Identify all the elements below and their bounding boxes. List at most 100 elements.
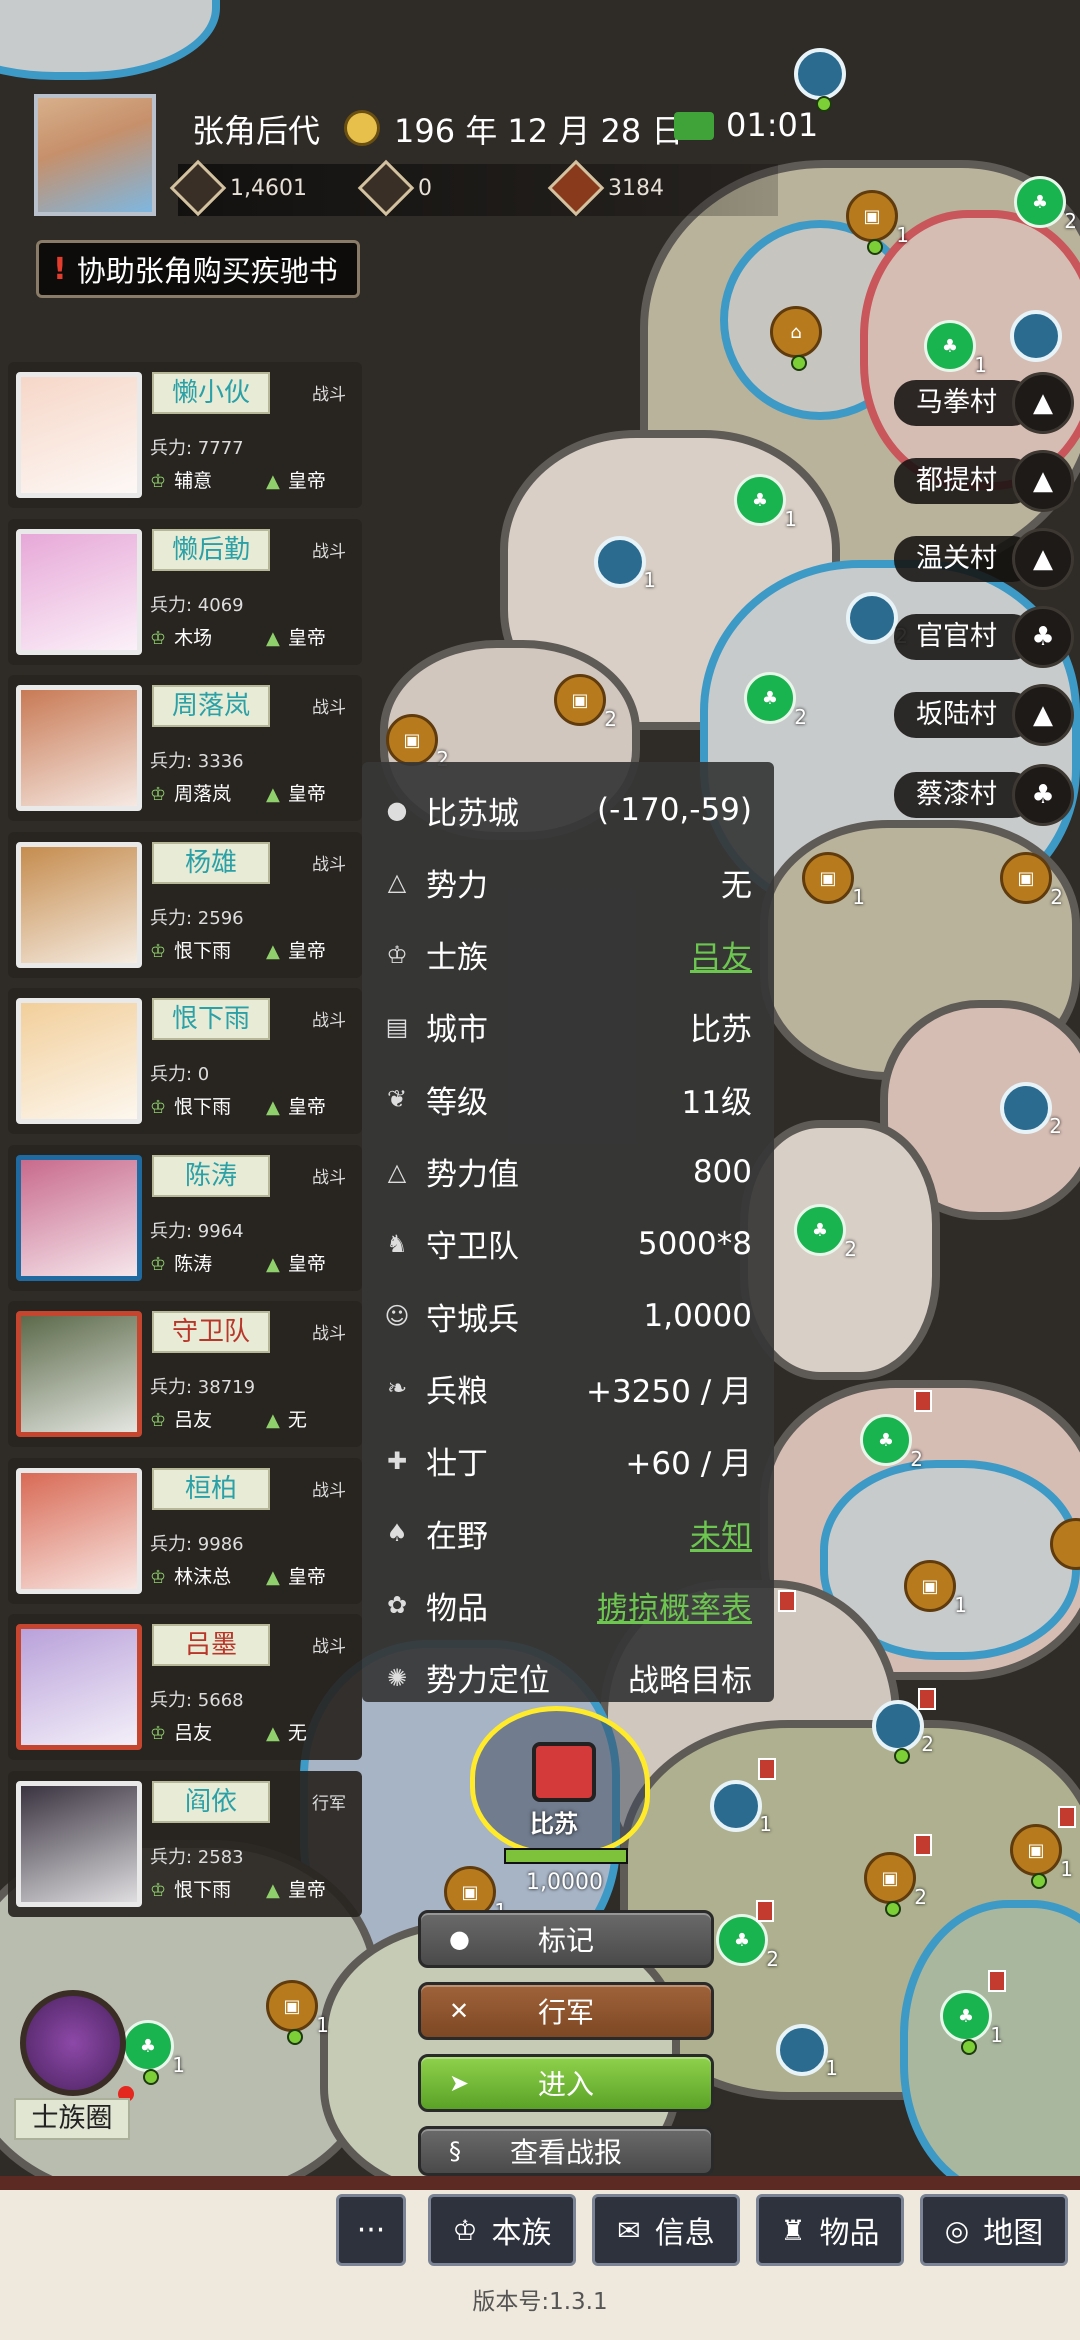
hero-clan: ♔ 吕友: [150, 1405, 212, 1432]
view-report-button[interactable]: § 查看战报: [418, 2126, 714, 2176]
resource-food[interactable]: 0: [357, 159, 432, 217]
map-lake-icon[interactable]: 2: [872, 1700, 934, 1764]
village-marker[interactable]: 马拳村 ▲: [894, 372, 1074, 434]
hero-status: 战斗: [312, 854, 346, 875]
mark-button[interactable]: ● 标记: [418, 1910, 714, 1968]
hero-portrait[interactable]: [16, 1311, 142, 1437]
map-forest-icon[interactable]: ♣ 1: [940, 1990, 1003, 2055]
clan-icon: ♔: [150, 1253, 167, 1275]
hero-portrait[interactable]: [16, 528, 142, 655]
map-lake-icon[interactable]: [794, 48, 846, 112]
nav-map-button[interactable]: ◎ 地图: [920, 2194, 1068, 2266]
map-forest-icon[interactable]: ♣ 2: [860, 1414, 923, 1471]
map-lake-icon[interactable]: 1: [594, 536, 656, 592]
hero-card[interactable]: 桓柏 战斗 兵力: 9986 ♔ 林沫总 ▲ 皇帝: [8, 1457, 362, 1604]
pin-icon: ●: [449, 1925, 470, 1953]
hero-troops: 兵力: 2583: [150, 1846, 244, 1868]
more-button[interactable]: ···: [336, 2194, 406, 2266]
village-marker[interactable]: 温关村 ▲: [894, 528, 1074, 590]
hero-card[interactable]: 周落岚 战斗 兵力: 3336 ♔ 周落岚 ▲ 皇帝: [8, 675, 362, 821]
hero-portrait[interactable]: [16, 1624, 142, 1750]
territory-flag-icon: [914, 1390, 932, 1412]
hero-portrait[interactable]: [16, 1467, 142, 1594]
map-region[interactable]: [0, 0, 220, 80]
info-row: ✺ 势力定位 战略目标: [362, 1642, 774, 1714]
hero-card[interactable]: 懒后勤 战斗 兵力: 4069 ♔ 木场 ▲ 皇帝: [8, 518, 362, 665]
hero-clan-name: 恨下雨: [174, 1096, 232, 1118]
mountain-icon: ▲: [266, 940, 280, 962]
map-forest-icon[interactable]: ♣ 1: [734, 474, 797, 531]
map-forest-icon[interactable]: ♣ 2: [744, 672, 807, 729]
info-value: 比苏: [690, 1012, 752, 1049]
mountain-icon: ▲: [266, 1879, 280, 1901]
territory-flag-icon: [914, 1834, 932, 1856]
map-lake-icon[interactable]: 2: [846, 592, 908, 648]
village-marker[interactable]: 坂陆村 ▲: [894, 684, 1074, 746]
info-row[interactable]: ♔ 士族 吕友: [362, 919, 774, 991]
resource-gift[interactable]: 3184: [547, 159, 664, 217]
village-marker[interactable]: 都提村 ▲: [894, 450, 1074, 512]
info-value[interactable]: 未知: [690, 1511, 752, 1556]
hero-clan-name: 周落岚: [174, 783, 232, 805]
info-label: 士族: [426, 940, 488, 977]
hero-card[interactable]: 守卫队 战斗 兵力: 38719 ♔ 吕友 ▲ 无: [8, 1301, 362, 1447]
hero-portrait[interactable]: [16, 1780, 142, 1907]
hero-portrait[interactable]: [16, 685, 142, 811]
clan-circle-button[interactable]: 士族圈: [14, 1990, 134, 2140]
map-lake-icon[interactable]: 1: [710, 1780, 772, 1836]
hero-card[interactable]: 吕墨 战斗 兵力: 5668 ♔ 吕友 ▲ 无: [8, 1614, 362, 1760]
quest-banner[interactable]: ! 协助张角购买疾驰书: [36, 240, 360, 298]
nav-items-button[interactable]: ♜ 物品: [756, 2194, 904, 2266]
map-city-icon[interactable]: ▣ 2: [554, 674, 617, 731]
info-row[interactable]: ♠ 在野 未知: [362, 1497, 774, 1569]
hero-portrait[interactable]: [16, 372, 142, 498]
scroll-icon: §: [449, 2137, 461, 2165]
nav-info-button[interactable]: ✉ 信息: [592, 2194, 740, 2266]
hero-troops: 兵力: 3336: [150, 751, 244, 772]
info-row[interactable]: ✿ 物品 掳掠概率表: [362, 1569, 774, 1641]
map-forest-icon[interactable]: ♣ 2: [794, 1204, 857, 1261]
map-city-icon[interactable]: ▣1: [802, 852, 865, 909]
march-button[interactable]: ✕ 行军: [418, 1982, 714, 2040]
map-city-icon[interactable]: ▣1: [1010, 1824, 1073, 1889]
clan-icon: ♔: [150, 627, 167, 649]
strength-icon: ✚: [386, 1446, 408, 1475]
map-forest-icon[interactable]: ♣ 1: [122, 2020, 185, 2085]
enter-button[interactable]: ➤ 进入: [418, 2054, 714, 2112]
bottom-nav: ··· ♔ 本族 ✉ 信息 ♜ 物品 ◎ 地图 版本号:1.3.1: [0, 2176, 1080, 2340]
map-city-icon[interactable]: ▣1: [904, 1560, 967, 1617]
map-forest-icon[interactable]: ♣ 1: [924, 320, 987, 377]
village-marker[interactable]: 蔡漆村 ♣: [894, 764, 1074, 826]
map-city-icon[interactable]: ▣ 2: [386, 714, 449, 771]
map-forest-icon[interactable]: ♣ 2: [1014, 176, 1077, 233]
hero-card[interactable]: 阎依 行军 兵力: 2583 ♔ 恨下雨 ▲ 皇帝: [8, 1770, 362, 1917]
hero-card[interactable]: 恨下雨 战斗 兵力: 0 ♔ 恨下雨 ▲ 皇帝: [8, 988, 362, 1134]
map-city-icon[interactable]: ▣ 2: [864, 1852, 927, 1917]
hero-portrait[interactable]: [16, 841, 142, 968]
hero-portrait[interactable]: [16, 998, 142, 1124]
territory-flag-icon: [778, 1590, 796, 1612]
hero-portrait[interactable]: [16, 1154, 142, 1281]
map-lake-icon[interactable]: [1010, 310, 1062, 362]
hero-card[interactable]: 懒小伙 战斗 兵力: 7777 ♔ 辅意 ▲ 皇帝: [8, 362, 362, 508]
hero-card[interactable]: 陈涛 战斗 兵力: 9964 ♔ 陈涛 ▲ 皇帝: [8, 1144, 362, 1291]
hero-emperor: ▲ 无: [266, 1405, 307, 1432]
hero-card[interactable]: 杨雄 战斗 兵力: 2596 ♔ 恨下雨 ▲ 皇帝: [8, 831, 362, 978]
map-city-icon[interactable]: ▣1: [846, 190, 909, 255]
resource-silver[interactable]: 1,4601: [169, 159, 307, 217]
map-city-icon[interactable]: ▣ 2: [1000, 852, 1063, 909]
hero-troops: 兵力: 5668: [150, 1690, 244, 1711]
nav-clan-button[interactable]: ♔ 本族: [428, 2194, 576, 2266]
info-value[interactable]: 吕友: [690, 932, 752, 977]
hero-emperor-name: 皇帝: [287, 1565, 326, 1588]
selected-city-marker[interactable]: 比苏 1,0000: [470, 1706, 650, 1895]
village-marker[interactable]: 官官村 ♣: [894, 606, 1074, 668]
player-avatar[interactable]: [34, 94, 156, 216]
map-city-icon[interactable]: ▣1: [266, 1980, 329, 2045]
map-lake-icon[interactable]: 1: [776, 2024, 838, 2080]
hero-clan: ♔ 周落岚: [150, 779, 231, 806]
hero-status: 战斗: [312, 1167, 346, 1188]
map-lake-icon[interactable]: 2: [1000, 1082, 1062, 1138]
info-value[interactable]: 掳掠概率表: [597, 1583, 752, 1628]
map-camp-icon[interactable]: ⌂: [770, 306, 822, 371]
